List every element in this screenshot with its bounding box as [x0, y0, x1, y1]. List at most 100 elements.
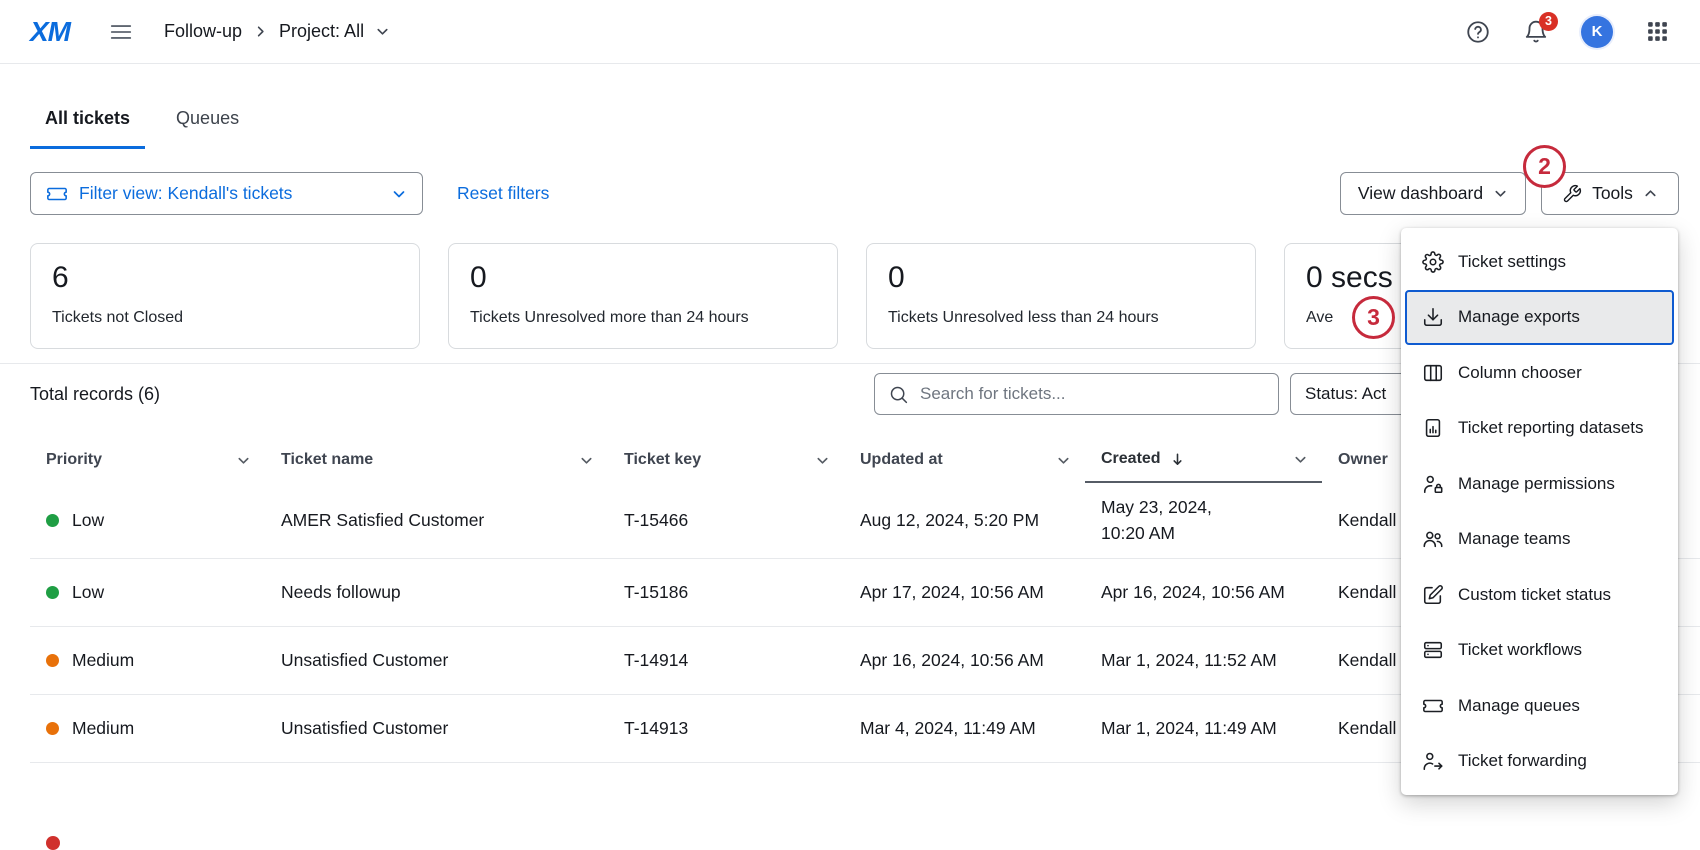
column-header-priority[interactable]: Priority: [30, 437, 265, 483]
ticket-icon: [46, 183, 68, 205]
chevron-down-icon: [1493, 186, 1508, 201]
menu-item-label: Ticket forwarding: [1458, 751, 1587, 771]
breadcrumb-item-project[interactable]: Project: All: [279, 21, 364, 42]
menu-item-ticket-forwarding[interactable]: Ticket forwarding: [1401, 734, 1678, 790]
menu-item-label: Manage exports: [1458, 307, 1580, 327]
tickets-tabs: All tickets Queues: [30, 100, 254, 149]
person-lock-icon: [1421, 472, 1444, 495]
menu-item-label: Custom ticket status: [1458, 585, 1611, 605]
menu-item-ticket-reporting-datasets[interactable]: Ticket reporting datasets: [1401, 401, 1678, 457]
column-header-ticket-name[interactable]: Ticket name: [265, 437, 608, 483]
column-label: Updated at: [860, 451, 943, 469]
menu-item-label: Ticket reporting datasets: [1458, 418, 1644, 438]
column-header-ticket-key[interactable]: Ticket key: [608, 437, 844, 483]
chevron-down-icon[interactable]: [1293, 452, 1308, 467]
column-label: Created: [1101, 450, 1161, 468]
tools-label: Tools: [1592, 183, 1633, 204]
ticket-key-cell: T-15186: [608, 582, 844, 603]
priority-label: Low: [72, 582, 104, 603]
chevron-down-icon: [391, 186, 407, 202]
stat-value: 0: [888, 261, 1234, 295]
person-arrow-icon: [1421, 750, 1444, 773]
column-label: Ticket key: [624, 451, 701, 469]
stat-value: 0: [470, 261, 816, 295]
column-label: Priority: [46, 451, 102, 469]
priority-dot: [46, 722, 59, 735]
column-label: Owner: [1338, 451, 1388, 469]
ticket-name-cell: Needs followup: [265, 582, 608, 603]
edit-icon: [1421, 583, 1444, 606]
menu-item-label: Column chooser: [1458, 363, 1582, 383]
updated-at-cell: Apr 16, 2024, 10:56 AM: [844, 650, 1085, 671]
download-icon: [1421, 306, 1444, 329]
search-box: [874, 373, 1279, 415]
avatar[interactable]: K: [1581, 16, 1613, 48]
stat-card-unresolved-less-24h: 0 Tickets Unresolved less than 24 hours: [866, 243, 1256, 349]
apps-grid-icon[interactable]: [1645, 19, 1670, 44]
stat-card-not-closed: 6 Tickets not Closed: [30, 243, 420, 349]
top-bar: XM Follow-up Project: All 3 K: [0, 0, 1700, 64]
tools-dropdown-menu: Ticket settings Manage exports Column ch…: [1401, 228, 1678, 795]
stat-card-unresolved-more-24h: 0 Tickets Unresolved more than 24 hours: [448, 243, 838, 349]
report-icon: [1421, 417, 1444, 440]
stat-value: 6: [52, 261, 398, 295]
people-icon: [1421, 528, 1444, 551]
tab-queues[interactable]: Queues: [161, 100, 254, 149]
ticket-name-cell: AMER Satisfied Customer: [265, 510, 608, 531]
chevron-down-icon[interactable]: [579, 453, 594, 468]
menu-item-manage-exports[interactable]: Manage exports: [1405, 290, 1674, 346]
annotation-step-2: 2: [1523, 145, 1566, 188]
updated-at-cell: Mar 4, 2024, 11:49 AM: [844, 718, 1085, 739]
columns-icon: [1421, 361, 1444, 384]
breadcrumb-item-followup[interactable]: Follow-up: [164, 21, 242, 42]
created-cell: Apr 16, 2024, 10:56 AM: [1085, 582, 1322, 603]
created-cell: May 23, 2024, 10:20 AM: [1085, 495, 1263, 546]
priority-cell: Medium: [30, 718, 265, 739]
gear-icon: [1421, 250, 1444, 273]
notifications-bell-icon[interactable]: 3: [1523, 19, 1549, 45]
priority-dot: [46, 514, 59, 527]
sort-descending-icon: [1170, 452, 1185, 467]
menu-item-ticket-settings[interactable]: Ticket settings: [1401, 234, 1678, 290]
search-input[interactable]: [920, 384, 1265, 404]
stat-label: Tickets not Closed: [52, 309, 398, 327]
wrench-icon: [1562, 184, 1582, 204]
menu-item-ticket-workflows[interactable]: Ticket workflows: [1401, 623, 1678, 679]
search-icon: [888, 384, 909, 405]
menu-item-label: Manage permissions: [1458, 474, 1615, 494]
priority-dot: [46, 654, 59, 667]
ticket-name-cell: Unsatisfied Customer: [265, 650, 608, 671]
chevron-down-icon[interactable]: [375, 24, 390, 39]
column-header-updated-at[interactable]: Updated at: [844, 437, 1085, 483]
topbar-actions: 3 K: [1465, 16, 1670, 48]
view-dashboard-button[interactable]: View dashboard: [1340, 172, 1526, 215]
ticket-key-cell: T-14913: [608, 718, 844, 739]
menu-item-label: Ticket workflows: [1458, 640, 1582, 660]
menu-item-manage-queues[interactable]: Manage queues: [1401, 678, 1678, 734]
view-dashboard-label: View dashboard: [1358, 183, 1483, 204]
tab-all-tickets[interactable]: All tickets: [30, 100, 145, 149]
priority-cell: Low: [30, 510, 265, 531]
breadcrumb: Follow-up Project: All: [164, 21, 390, 42]
chevron-down-icon[interactable]: [1056, 453, 1071, 468]
chevron-down-icon[interactable]: [815, 453, 830, 468]
notification-badge: 3: [1539, 12, 1558, 31]
filter-view-dropdown[interactable]: Filter view: Kendall's tickets: [30, 172, 423, 215]
menu-item-manage-teams[interactable]: Manage teams: [1401, 512, 1678, 568]
column-header-created[interactable]: Created: [1085, 437, 1322, 483]
hamburger-menu-icon[interactable]: [108, 19, 134, 45]
created-cell: Mar 1, 2024, 11:49 AM: [1085, 718, 1322, 739]
xm-logo[interactable]: XM: [30, 16, 70, 48]
annotation-step-3: 3: [1352, 296, 1395, 339]
filter-view-label: Filter view: Kendall's tickets: [79, 183, 292, 204]
total-records-label: Total records (6): [30, 384, 160, 405]
menu-item-column-chooser[interactable]: Column chooser: [1401, 345, 1678, 401]
reset-filters-link[interactable]: Reset filters: [457, 183, 549, 204]
chevron-down-icon[interactable]: [236, 453, 251, 468]
menu-item-custom-ticket-status[interactable]: Custom ticket status: [1401, 567, 1678, 623]
ticket-name-cell: Unsatisfied Customer: [265, 718, 608, 739]
priority-dot: [46, 836, 60, 850]
status-filter-label: Status: Act: [1305, 384, 1386, 404]
help-icon[interactable]: [1465, 19, 1491, 45]
menu-item-manage-permissions[interactable]: Manage permissions: [1401, 456, 1678, 512]
